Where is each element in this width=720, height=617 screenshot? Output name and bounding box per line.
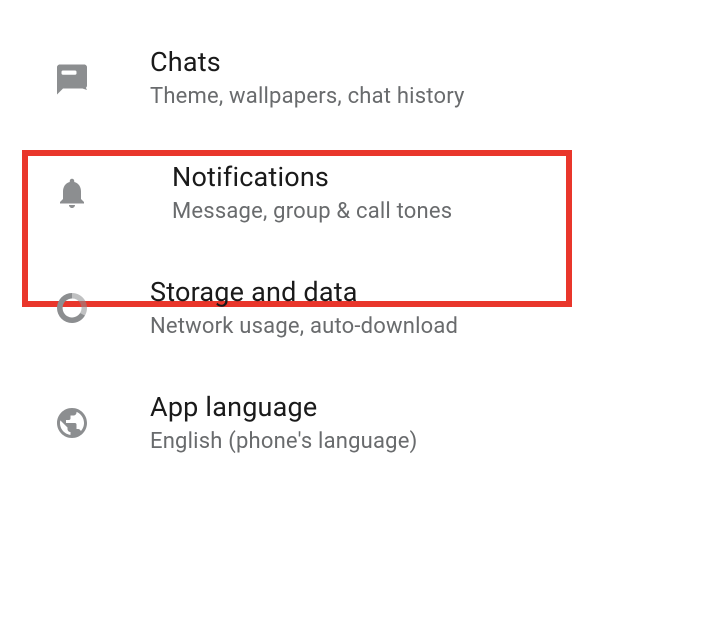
data-usage-icon xyxy=(0,290,150,326)
bell-icon xyxy=(22,175,172,211)
settings-item-text: Chats Theme, wallpapers, chat history xyxy=(150,46,465,109)
settings-item-storage[interactable]: Storage and data Network usage, auto-dow… xyxy=(0,250,720,365)
settings-item-subtitle: English (phone's language) xyxy=(150,429,417,454)
settings-item-title: Storage and data xyxy=(150,276,458,308)
chat-icon xyxy=(0,60,150,96)
settings-item-title: Chats xyxy=(150,46,465,78)
settings-item-subtitle: Theme, wallpapers, chat history xyxy=(150,84,465,109)
settings-item-title: Notifications xyxy=(172,161,452,193)
settings-item-subtitle: Network usage, auto-download xyxy=(150,314,458,339)
settings-item-notifications[interactable]: Notifications Message, group & call tone… xyxy=(22,135,698,250)
settings-item-text: Notifications Message, group & call tone… xyxy=(172,161,452,224)
settings-item-chats[interactable]: Chats Theme, wallpapers, chat history xyxy=(0,20,720,135)
settings-item-title: App language xyxy=(150,391,417,423)
settings-item-language[interactable]: App language English (phone's language) xyxy=(0,365,720,480)
settings-item-text: App language English (phone's language) xyxy=(150,391,417,454)
settings-list: Chats Theme, wallpapers, chat history No… xyxy=(0,20,720,480)
globe-icon xyxy=(0,405,150,441)
settings-item-text: Storage and data Network usage, auto-dow… xyxy=(150,276,458,339)
settings-item-subtitle: Message, group & call tones xyxy=(172,199,452,224)
